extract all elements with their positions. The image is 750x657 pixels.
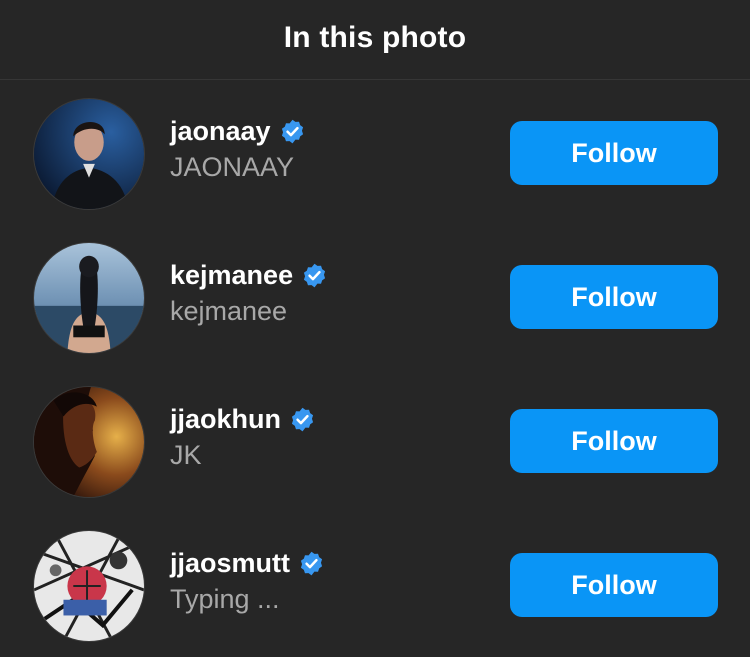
avatar[interactable] (33, 386, 145, 498)
names-block: jaonaay JAONAAY (170, 114, 306, 183)
list-item: jjaokhun JK Follow (0, 368, 750, 512)
follow-button[interactable]: Follow (510, 409, 718, 473)
tagged-people-sheet: In this photo jaonaay JAONAAY Follow kej… (0, 0, 750, 657)
names-block: jjaokhun JK (170, 402, 316, 471)
avatar-image-portrait (34, 99, 144, 209)
sheet-header: In this photo (0, 0, 750, 80)
follow-button[interactable]: Follow (510, 121, 718, 185)
follow-button[interactable]: Follow (510, 265, 718, 329)
names-block: jjaosmutt Typing ... (170, 546, 325, 615)
names-block: kejmanee kejmanee (170, 258, 328, 327)
username[interactable]: kejmanee (170, 260, 293, 291)
list-item: jaonaay JAONAAY Follow (0, 80, 750, 224)
list-item: kejmanee kejmanee Follow (0, 224, 750, 368)
avatar[interactable] (33, 242, 145, 354)
full-name: JAONAAY (170, 152, 295, 182)
avatar-image-comic (34, 531, 144, 641)
username[interactable]: jjaokhun (170, 404, 281, 435)
username[interactable]: jjaosmutt (170, 548, 290, 579)
full-name: kejmanee (170, 296, 288, 326)
verified-badge-icon (298, 550, 325, 577)
username[interactable]: jaonaay (170, 116, 271, 147)
avatar-image-woman (34, 243, 144, 353)
list-item: jjaosmutt Typing ... Follow (0, 512, 750, 656)
verified-badge-icon (301, 262, 328, 289)
sheet-title: In this photo (283, 20, 467, 54)
avatar[interactable] (33, 98, 145, 210)
avatar[interactable] (33, 530, 145, 642)
full-name: JK (170, 440, 202, 470)
verified-badge-icon (279, 118, 306, 145)
avatar-image-profile (34, 387, 144, 497)
verified-badge-icon (289, 406, 316, 433)
follow-button[interactable]: Follow (510, 553, 718, 617)
full-name: Typing ... (170, 584, 280, 614)
